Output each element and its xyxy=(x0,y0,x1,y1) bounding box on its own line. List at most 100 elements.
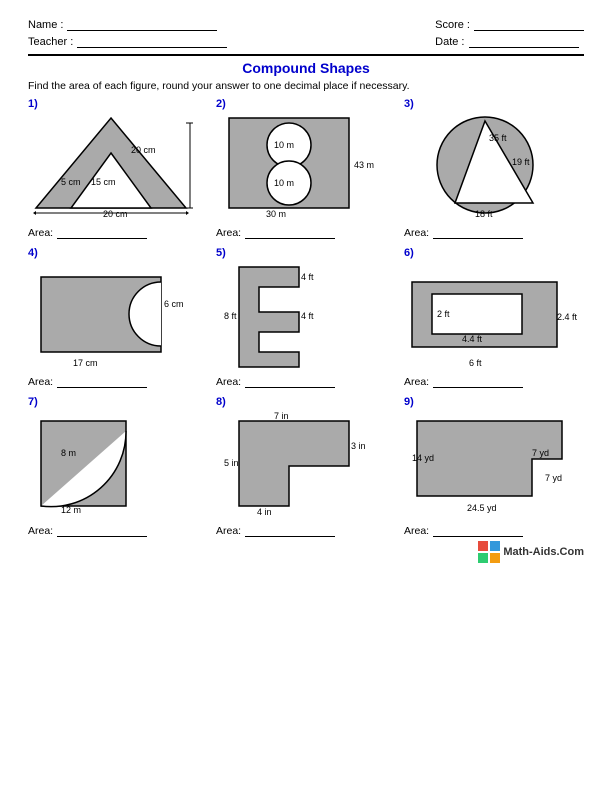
problem-number-5: 5) xyxy=(216,247,226,259)
svg-text:24.5 yd: 24.5 yd xyxy=(467,503,497,513)
date-field xyxy=(469,35,579,48)
figure-5: 4 ft 8 ft 4 ft 6 ft xyxy=(216,261,391,371)
area-line-5: Area: xyxy=(216,375,335,388)
svg-text:35 ft: 35 ft xyxy=(489,133,507,143)
area-answer-6 xyxy=(433,375,523,388)
problem-9: 9) 14 yd 7 yd 7 yd 24.5 yd Area: xyxy=(404,396,584,537)
svg-text:15 cm: 15 cm xyxy=(91,177,116,187)
svg-text:6 cm: 6 cm xyxy=(164,299,184,309)
area-line-9: Area: xyxy=(404,524,523,537)
svg-text:30 m: 30 m xyxy=(266,209,286,219)
problem-1: 1) 20 cm 15 cm 5 cm 20 cm xyxy=(28,98,208,239)
svg-text:20 cm: 20 cm xyxy=(131,145,156,155)
area-line-4: Area: xyxy=(28,375,147,388)
svg-text:5 in: 5 in xyxy=(224,458,239,468)
area-line-6: Area: xyxy=(404,375,523,388)
svg-text:8 ft: 8 ft xyxy=(224,311,237,321)
figure-8: 7 in 5 in 3 in 4 in xyxy=(216,410,391,520)
math-aids-icon xyxy=(478,541,500,563)
area-line-8: Area: xyxy=(216,524,335,537)
problem-7: 7) 8 m 12 m Area: xyxy=(28,396,208,537)
area-label-2: Area: xyxy=(216,227,241,239)
name-field xyxy=(67,18,217,31)
figure-1: 20 cm 15 cm 5 cm 20 cm xyxy=(28,112,203,222)
svg-text:4.4 ft: 4.4 ft xyxy=(462,334,483,344)
area-label-6: Area: xyxy=(404,376,429,388)
svg-text:20 cm: 20 cm xyxy=(103,209,128,219)
svg-text:10 m: 10 m xyxy=(274,178,294,188)
svg-text:7 in: 7 in xyxy=(274,411,289,421)
svg-text:4 in: 4 in xyxy=(257,507,272,517)
svg-text:8 m: 8 m xyxy=(61,448,76,458)
problem-number-7: 7) xyxy=(28,396,38,408)
svg-text:3 in: 3 in xyxy=(351,441,366,451)
svg-text:43 m: 43 m xyxy=(354,160,374,170)
svg-text:5 cm: 5 cm xyxy=(61,177,81,187)
problem-number-6: 6) xyxy=(404,247,414,259)
area-label-5: Area: xyxy=(216,376,241,388)
area-answer-4 xyxy=(57,375,147,388)
area-answer-3 xyxy=(433,226,523,239)
math-aids-logo: Math-Aids.Com xyxy=(478,541,584,563)
problem-number-1: 1) xyxy=(28,98,38,110)
svg-text:14 yd: 14 yd xyxy=(412,453,434,463)
problem-2: 2) 43 m 10 m 10 m 30 m Area: xyxy=(216,98,396,239)
page-title: Compound Shapes xyxy=(28,60,584,76)
area-label-8: Area: xyxy=(216,525,241,537)
area-line-1: Area: xyxy=(28,226,147,239)
footer: Math-Aids.Com xyxy=(28,541,584,563)
teacher-label: Teacher : xyxy=(28,36,73,48)
problem-number-9: 9) xyxy=(404,396,414,408)
date-label: Date : xyxy=(435,36,464,48)
name-label: Name : xyxy=(28,19,63,31)
header-row: Name : Teacher : Score : Date : xyxy=(28,18,584,48)
svg-text:4 ft: 4 ft xyxy=(301,311,314,321)
svg-text:2.4 ft: 2.4 ft xyxy=(557,312,577,322)
area-answer-2 xyxy=(245,226,335,239)
score-field xyxy=(474,18,584,31)
problem-5: 5) 4 ft 8 ft 4 ft 6 ft Area: xyxy=(216,247,396,388)
problem-8: 8) 7 in 5 in 3 in 4 in Area: xyxy=(216,396,396,537)
problem-number-4: 4) xyxy=(28,247,38,259)
figure-4: 6 cm 17 cm xyxy=(28,261,203,371)
area-line-7: Area: xyxy=(28,524,147,537)
problem-number-8: 8) xyxy=(216,396,226,408)
area-label-4: Area: xyxy=(28,376,53,388)
svg-text:17 cm: 17 cm xyxy=(73,358,98,368)
svg-text:7 yd: 7 yd xyxy=(545,473,562,483)
area-label-3: Area: xyxy=(404,227,429,239)
score-label: Score : xyxy=(435,19,470,31)
figure-2: 43 m 10 m 10 m 30 m xyxy=(216,112,391,222)
problem-number-3: 3) xyxy=(404,98,414,110)
problem-4: 4) 6 cm 17 cm Area: xyxy=(28,247,208,388)
svg-text:7 yd: 7 yd xyxy=(532,448,549,458)
svg-text:6 ft: 6 ft xyxy=(469,358,482,368)
area-label-1: Area: xyxy=(28,227,53,239)
svg-text:18 ft: 18 ft xyxy=(475,209,493,219)
area-line-3: Area: xyxy=(404,226,523,239)
svg-text:19 ft: 19 ft xyxy=(512,157,530,167)
svg-text:2 ft: 2 ft xyxy=(437,309,450,319)
figure-6: 2 ft 4.4 ft 2.4 ft 6 ft xyxy=(404,261,579,371)
area-label-9: Area: xyxy=(404,525,429,537)
divider xyxy=(28,54,584,56)
figure-9: 14 yd 7 yd 7 yd 24.5 yd xyxy=(404,410,579,520)
svg-text:4 ft: 4 ft xyxy=(301,272,314,282)
problems-grid: 1) 20 cm 15 cm 5 cm 20 cm xyxy=(28,98,584,537)
math-aids-text: Math-Aids.Com xyxy=(503,546,584,558)
instructions: Find the area of each figure, round your… xyxy=(28,80,584,92)
svg-text:12 m: 12 m xyxy=(61,505,81,515)
area-answer-7 xyxy=(57,524,147,537)
teacher-field xyxy=(77,35,227,48)
area-answer-8 xyxy=(245,524,335,537)
area-answer-1 xyxy=(57,226,147,239)
area-answer-9 xyxy=(433,524,523,537)
figure-3: 35 ft 19 ft 18 ft xyxy=(404,112,579,222)
figure-7: 8 m 12 m xyxy=(28,410,203,520)
problem-6: 6) 2 ft 4.4 ft 2.4 ft 6 ft Area: xyxy=(404,247,584,388)
area-label-7: Area: xyxy=(28,525,53,537)
area-line-2: Area: xyxy=(216,226,335,239)
area-answer-5 xyxy=(245,375,335,388)
problem-3: 3) 35 ft 19 ft 18 ft Area: xyxy=(404,98,584,239)
problem-number-2: 2) xyxy=(216,98,226,110)
